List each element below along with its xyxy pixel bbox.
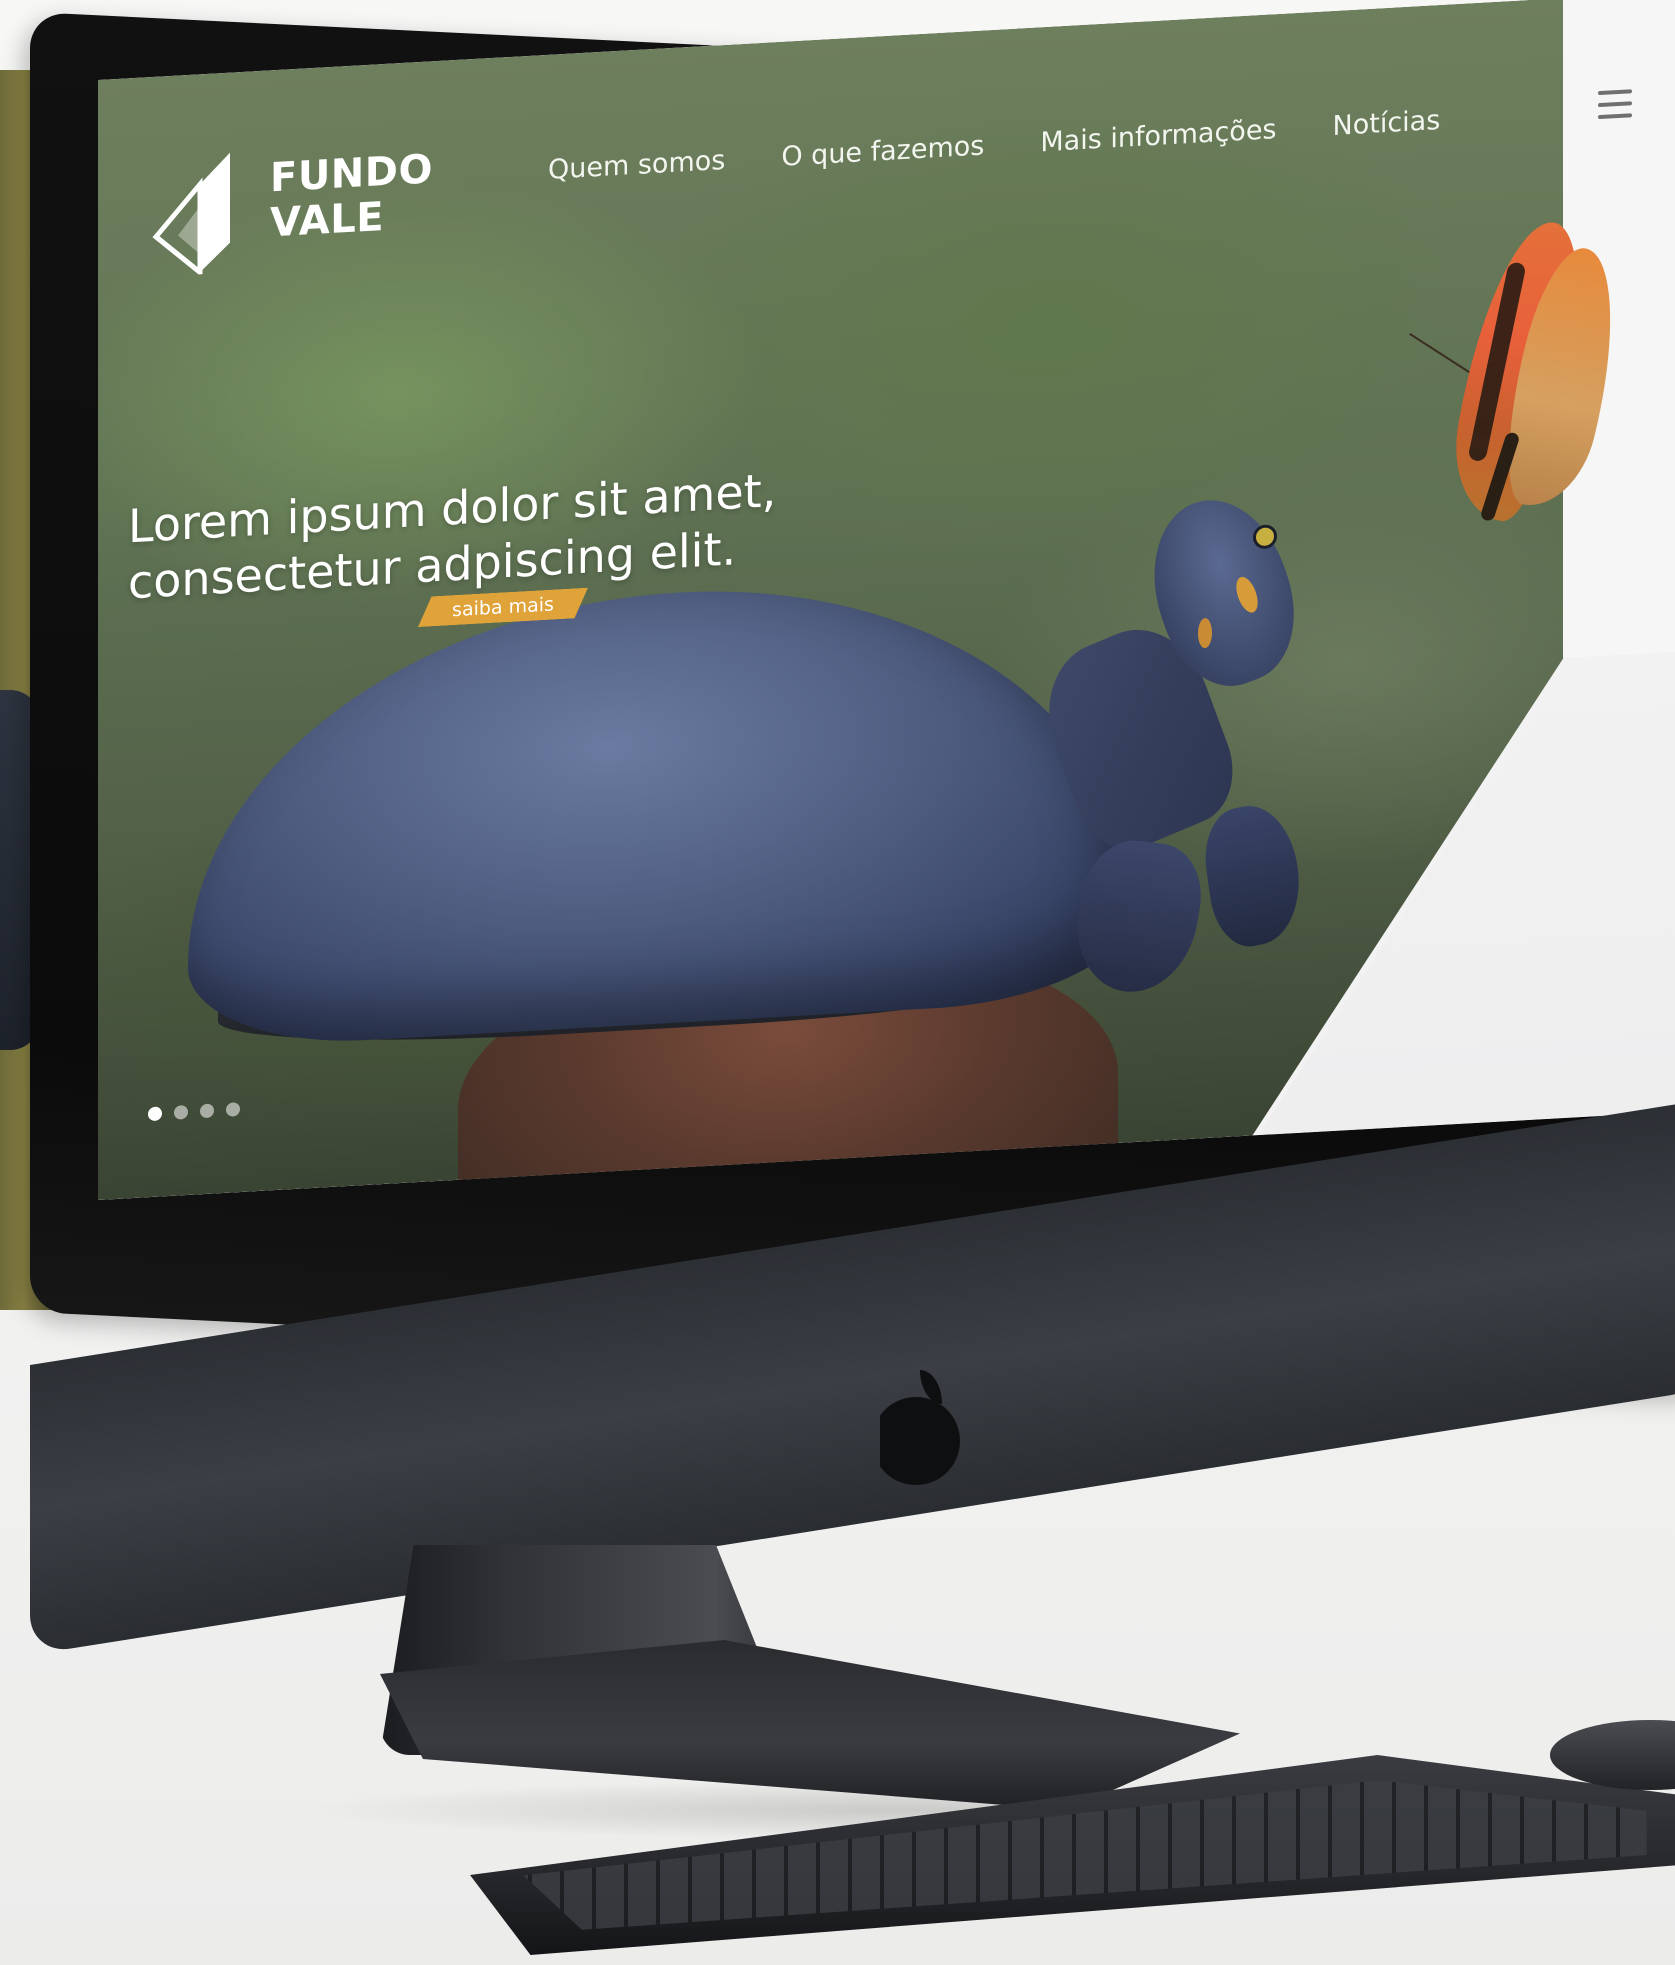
apple-logo-icon [880, 1375, 960, 1485]
brand-name: VALE [270, 194, 385, 247]
hamburger-menu-icon[interactable] [1598, 89, 1632, 120]
menu-line [1598, 101, 1632, 108]
website-screen: FUNDO VALE Quem somos O que fazemos Mais… [98, 0, 1675, 1200]
carousel-dot-3[interactable] [200, 1103, 214, 1119]
fundo-vale-logo-icon[interactable] [148, 141, 258, 278]
brand-name: FUNDO [270, 146, 433, 202]
menu-line [1598, 89, 1632, 96]
carousel-dot-4[interactable] [226, 1102, 240, 1117]
imac-mockup: FUNDO VALE Quem somos O que fazemos Mais… [0, 0, 1675, 1965]
carousel-dot-2[interactable] [174, 1104, 188, 1120]
nav-item-noticias[interactable]: Notícias [1333, 105, 1441, 142]
carousel-dot-1[interactable] [148, 1106, 162, 1122]
mouse [1550, 1720, 1675, 1790]
